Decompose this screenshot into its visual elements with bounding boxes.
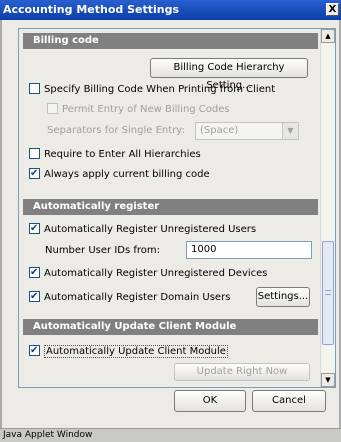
cancel-button[interactable]: Cancel (252, 390, 326, 412)
permit-entry-row[interactable]: Permit Entry of New Billing Codes (47, 102, 230, 118)
scroll-down-icon[interactable]: ▼ (321, 373, 335, 387)
grip-icon (325, 290, 331, 295)
number-user-ids-input[interactable]: 1000 (186, 241, 312, 259)
specify-billing-code-label: Specify Billing Code When Printing from … (44, 84, 276, 95)
chevron-down-icon[interactable]: ▼ (282, 123, 298, 139)
register-domain-users-checkbox[interactable] (29, 289, 40, 305)
title-bar: Accounting Method Settings X (0, 0, 341, 20)
auto-update-header: Automatically Update Client Module (23, 319, 318, 335)
require-hierarchies-checkbox[interactable] (29, 148, 40, 159)
specify-billing-code-checkbox[interactable] (29, 83, 40, 94)
settings-scroll-pane[interactable]: Billing code Billing Code Hierarchy Sett… (18, 28, 336, 388)
billing-code-header: Billing code (23, 33, 318, 49)
separators-label: Separators for Single Entry: (47, 125, 185, 136)
ok-button[interactable]: OK (174, 390, 246, 412)
always-apply-row[interactable]: Always apply current billing code (29, 166, 210, 183)
settings-content: Billing code Billing Code Hierarchy Sett… (19, 29, 322, 387)
separators-select[interactable]: (Space) ▼ (195, 122, 299, 140)
register-devices-label: Automatically Register Unregistered Devi… (44, 268, 268, 279)
register-devices-row[interactable]: Automatically Register Unregistered Devi… (29, 265, 268, 282)
auto-update-label: Automatically Update Client Module (44, 345, 228, 358)
require-hierarchies-label: Require to Enter All Hierarchies (44, 149, 201, 160)
register-users-checkbox[interactable] (29, 221, 40, 237)
settings-button[interactable]: Settings... (256, 287, 310, 307)
close-button[interactable]: X (326, 3, 339, 16)
dialog-body: Billing code Billing Code Hierarchy Sett… (0, 20, 341, 428)
permit-entry-label: Permit Entry of New Billing Codes (62, 104, 230, 115)
scroll-thumb[interactable] (322, 241, 334, 345)
update-now-button[interactable]: Update Right Now (174, 363, 310, 381)
register-users-row[interactable]: Automatically Register Unregistered User… (29, 221, 257, 238)
auto-update-row[interactable]: Automatically Update Client Module (29, 343, 228, 360)
always-apply-checkbox[interactable] (29, 166, 40, 182)
specify-billing-code-row[interactable]: Specify Billing Code When Printing from … (29, 82, 275, 98)
auto-update-checkbox[interactable] (29, 343, 40, 359)
register-domain-users-row[interactable]: Automatically Register Domain Users (29, 289, 231, 306)
auto-register-header: Automatically register (23, 199, 318, 215)
status-bar: Java Applet Window (0, 428, 341, 442)
billing-hierarchy-button[interactable]: Billing Code Hierarchy Setting... (150, 58, 308, 91)
scroll-up-icon[interactable]: ▲ (321, 29, 335, 43)
register-devices-checkbox[interactable] (29, 265, 40, 281)
window-title: Accounting Method Settings (3, 3, 180, 16)
always-apply-label: Always apply current billing code (44, 169, 210, 180)
permit-entry-checkbox[interactable] (47, 103, 58, 114)
vertical-scrollbar[interactable]: ▲ ▼ (320, 29, 335, 387)
require-hierarchies-row[interactable]: Require to Enter All Hierarchies (29, 147, 201, 163)
separators-value: (Space) (200, 125, 239, 136)
number-user-ids-label: Number User IDs from: (45, 245, 160, 256)
register-domain-users-label: Automatically Register Domain Users (44, 292, 231, 303)
register-users-label: Automatically Register Unregistered User… (44, 224, 257, 235)
